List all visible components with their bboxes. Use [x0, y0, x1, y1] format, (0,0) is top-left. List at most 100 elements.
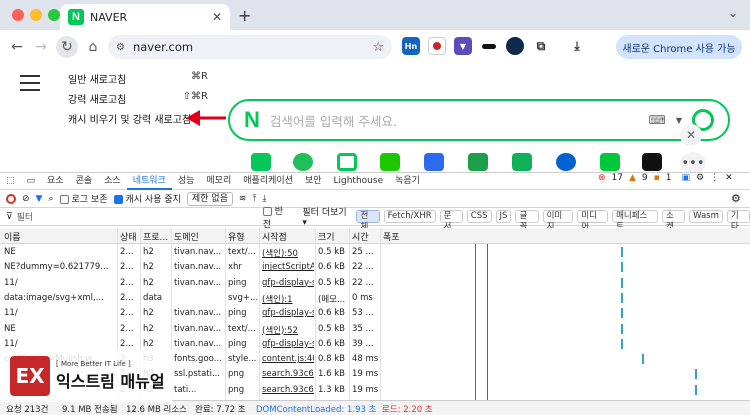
home-icon[interactable]: ⌂	[82, 36, 104, 58]
col-initiator[interactable]: 시작점	[262, 230, 287, 243]
table-row[interactable]: NE?dummy=0.621779... 2... h2 tivan.nav... xh…	[0, 260, 380, 275]
type-js[interactable]: JS	[495, 210, 512, 223]
quick-stock-icon[interactable]	[468, 153, 488, 171]
col-name[interactable]: 이름	[4, 230, 21, 243]
col-type[interactable]: 유형	[228, 230, 245, 243]
quick-map-icon[interactable]	[556, 153, 576, 171]
table-row[interactable]: NE 2... h2 tivan.nav... text/... (색인):52 0.5 k…	[0, 322, 380, 337]
cell-init[interactable]: (색인):52	[262, 324, 314, 336]
tab-application[interactable]: 애플리케이션	[237, 172, 299, 190]
type-socket[interactable]: 소켓	[661, 210, 686, 232]
extension-mask-icon[interactable]	[480, 37, 498, 55]
col-status[interactable]: 상태	[120, 230, 137, 243]
quick-blog-icon[interactable]	[337, 153, 357, 171]
network-settings-gear-icon[interactable]: ⚙	[731, 192, 741, 205]
tab-security[interactable]: 보안	[299, 172, 328, 190]
clear-icon[interactable]: ⊘	[22, 194, 30, 204]
issue-counters[interactable]: ⊗ 17 ▲ 9 ▪ 1 ▣ ⚙ ⋮ ✕	[598, 173, 733, 183]
cell-init[interactable]: injectScriptA...	[262, 262, 314, 272]
throttle-select[interactable]: 제한 없음	[186, 191, 233, 206]
cell-init[interactable]: (색인):50	[262, 247, 314, 259]
record-icon[interactable]	[6, 193, 16, 204]
menu-item-empty-cache-hard-reload[interactable]: 캐시 비우기 및 강력 새로고침	[68, 111, 191, 126]
download-icon[interactable]: ⤓	[568, 37, 586, 55]
keyboard-icon[interactable]: ⌨	[649, 113, 666, 127]
col-protocol[interactable]: 프로...	[143, 230, 168, 243]
preserve-log-checkbox[interactable]: 로그 보존	[59, 192, 108, 205]
device-toolbar-icon[interactable]: ▭	[21, 172, 42, 190]
tab-lighthouse[interactable]: Lighthouse	[328, 172, 390, 190]
search-input[interactable]: 검색어를 입력해 주세요.	[270, 111, 639, 130]
type-font[interactable]: 글꼴	[515, 210, 539, 232]
quick-shopping-icon[interactable]	[380, 153, 400, 171]
ai-assist-icon[interactable]: ▣	[682, 173, 691, 183]
col-time[interactable]: 시간	[352, 230, 369, 243]
type-wasm[interactable]: Wasm	[689, 210, 723, 223]
cell-init[interactable]: gfp-display-s...	[262, 339, 314, 349]
menu-item-hard-reload[interactable]: 강력 새로고침	[68, 91, 126, 106]
cell-init[interactable]: (색인):1	[262, 293, 314, 305]
disable-cache-checkbox[interactable]: 캐시 사용 중지	[113, 192, 181, 205]
tab-recorder[interactable]: 녹음기	[389, 172, 426, 190]
naver-search-box[interactable]: N 검색어를 입력해 주세요. ⌨ ▼	[228, 99, 730, 141]
col-domain[interactable]: 도메인	[174, 230, 199, 243]
tab-search-chevron-icon[interactable]: ⌄	[728, 6, 738, 20]
quick-cafe-icon[interactable]	[293, 153, 313, 171]
import-icon[interactable]: ⤒	[252, 194, 256, 204]
type-fetch-xhr[interactable]: Fetch/XHR	[383, 210, 436, 223]
extension-globe-icon[interactable]	[506, 37, 524, 55]
new-tab-button[interactable]: +	[238, 6, 251, 25]
cell-init[interactable]: search.93c6...	[262, 369, 314, 379]
forward-button[interactable]: →	[30, 36, 52, 58]
col-waterfall[interactable]: 폭포	[383, 230, 400, 243]
quick-webtoon-icon[interactable]	[600, 153, 620, 171]
reload-button[interactable]: ↻	[56, 36, 78, 58]
devtools-menu-icon[interactable]: ⋮	[710, 173, 719, 183]
quick-mail-icon[interactable]	[251, 153, 271, 171]
search-requests-icon[interactable]: ⌕	[48, 194, 53, 204]
table-row[interactable]: 11/2... h2 tivan.nav... ping gfp-display-s..…	[0, 276, 380, 291]
more-services-button[interactable]: •••	[680, 152, 706, 174]
table-row[interactable]: NE 2... h2 tivan.nav... text/... (색인):50 0.5 k…	[0, 245, 380, 260]
filter-input[interactable]: 필터	[17, 210, 259, 223]
site-info-icon[interactable]: ⚙	[116, 42, 125, 53]
cell-init[interactable]: content.js:40	[262, 354, 314, 364]
extension-hn-icon[interactable]: Hn	[402, 37, 420, 55]
address-bar[interactable]: ⚙ naver.com ☆	[108, 35, 392, 59]
type-media[interactable]: 미디어	[577, 210, 609, 232]
close-window-button[interactable]	[12, 9, 24, 21]
bookmark-star-icon[interactable]: ☆	[372, 40, 384, 55]
type-all[interactable]: 전체	[356, 210, 380, 232]
type-other[interactable]: 기타	[726, 210, 750, 232]
chrome-menu-icon[interactable]: ⋮	[745, 40, 750, 54]
inspect-icon[interactable]: ⬚	[0, 172, 21, 190]
extension-record-icon[interactable]	[428, 37, 446, 55]
tab-performance[interactable]: 성능	[172, 172, 201, 190]
settings-gear-icon[interactable]: ⚙	[696, 173, 704, 183]
type-css[interactable]: CSS	[466, 210, 492, 223]
hamburger-menu-icon[interactable]	[20, 75, 40, 96]
quick-realestate-icon[interactable]	[512, 153, 532, 171]
update-chrome-button[interactable]: 새로운 Chrome 사용 가능	[616, 35, 742, 59]
menu-item-normal-reload[interactable]: 일반 새로고침	[68, 71, 126, 86]
extensions-puzzle-icon[interactable]: ⧉	[532, 37, 550, 55]
filter-funnel-icon[interactable]: ▼	[36, 194, 43, 204]
invert-checkbox[interactable]: 반전	[262, 204, 291, 230]
tab-sources[interactable]: 소스	[98, 172, 127, 190]
back-button[interactable]: ←	[6, 36, 28, 58]
quick-news-icon[interactable]	[424, 153, 444, 171]
tab-naver[interactable]: N NAVER ✕	[60, 4, 230, 30]
close-devtools-icon[interactable]: ✕	[725, 173, 733, 183]
tab-memory[interactable]: 메모리	[200, 172, 237, 190]
quick-chzzk-icon[interactable]	[642, 153, 662, 171]
table-row[interactable]: 11/2... h2 tivan.nav... ping gfp-display-s..…	[0, 306, 380, 321]
caret-down-icon[interactable]: ▼	[676, 116, 682, 125]
cell-init[interactable]: gfp-display-s...	[262, 278, 314, 288]
col-size[interactable]: 크기	[318, 230, 335, 243]
table-row[interactable]: data:image/svg+xml,... 2... data svg+... (색인…	[0, 291, 380, 306]
wifi-icon[interactable]: ≋	[239, 194, 247, 204]
more-filters-button[interactable]: 필터 더보기 ▾	[302, 205, 352, 228]
type-doc[interactable]: 문서	[439, 210, 463, 232]
export-icon[interactable]: ⤓	[262, 194, 266, 204]
tab-elements[interactable]: 요소	[41, 172, 70, 190]
